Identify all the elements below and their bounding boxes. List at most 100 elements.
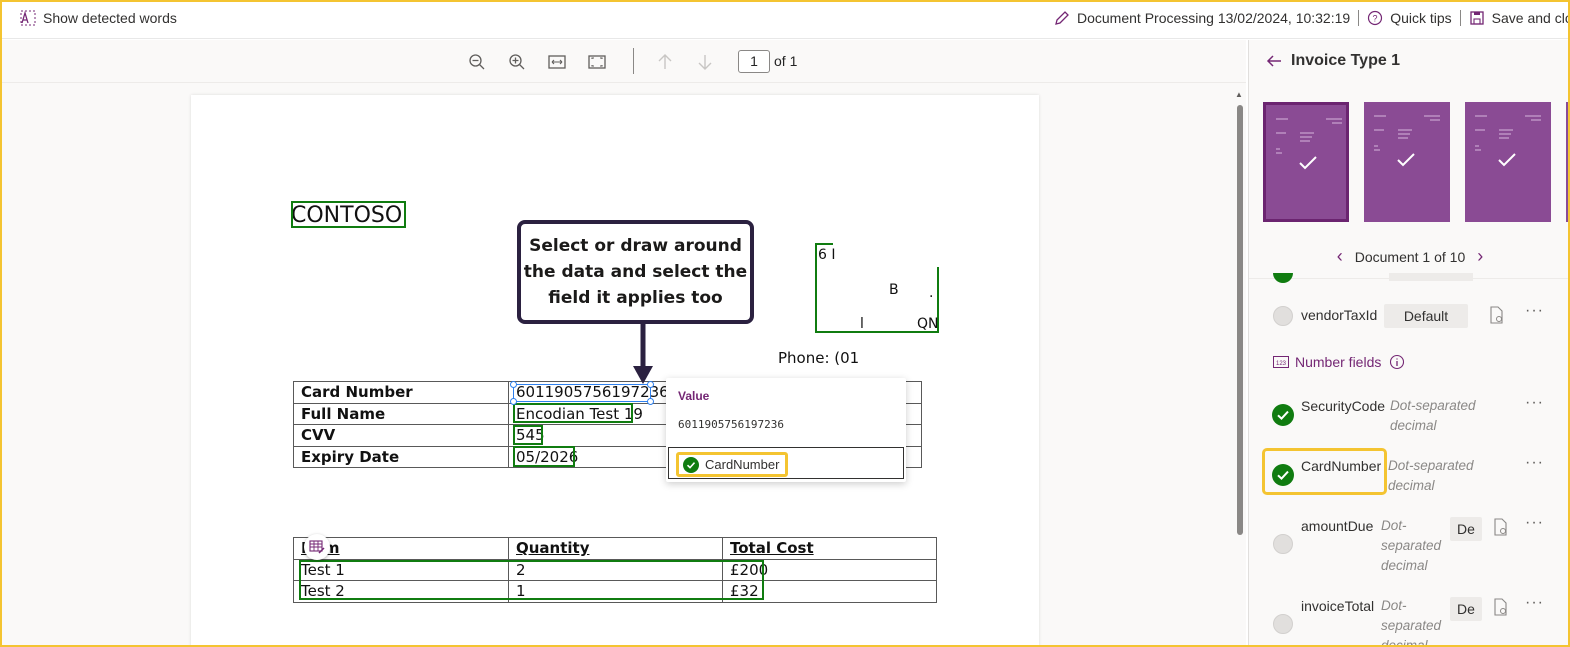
field-name: amountDue [1301,518,1374,534]
check-circle-icon [1272,464,1294,486]
document-settings-icon[interactable] [1489,306,1505,324]
field-status-empty [1273,614,1293,634]
document-navigator: ‹ Document 1 of 10 › [1249,246,1568,267]
panel-header: Invoice Type 1 [1265,52,1400,70]
document-thumbnail[interactable] [1465,102,1551,222]
save-icon [1470,11,1484,25]
more-options-button[interactable]: ··· [1525,394,1544,412]
address-line: QN [917,316,939,332]
field-name: CardNumber [1301,458,1382,474]
svg-text:?: ? [1373,14,1378,24]
separator [1358,10,1360,26]
check-circle-icon [683,456,699,473]
thumbnail-preview [1475,115,1541,151]
detected-word-box[interactable] [291,201,406,228]
more-options-button[interactable]: ··· [1525,454,1544,472]
check-icon [1397,153,1415,167]
selection-handle[interactable] [510,381,517,388]
phone-text: Phone: (013 [778,349,859,367]
document-thumbnail[interactable] [1566,102,1568,222]
quick-tips-button[interactable]: ? Quick tips [1367,10,1452,26]
pencil-icon [1055,11,1069,25]
field-type: decimal [1381,558,1428,573]
fit-page-icon [588,55,606,69]
previous-page-button[interactable] [654,51,676,73]
field-chip[interactable]: CardNumber [676,452,789,477]
fit-page-button[interactable] [586,51,608,73]
field-name: SecurityCode [1301,398,1386,414]
detected-word-box[interactable] [513,446,575,467]
table-tool-button[interactable] [304,534,330,560]
table-cell: Full Name [293,402,509,425]
more-options-button[interactable]: ··· [1525,594,1544,612]
check-icon [1498,153,1516,167]
next-document-button[interactable]: › [1477,246,1483,267]
detected-word-box[interactable] [513,425,543,445]
field-name: vendorTaxId [1301,307,1378,323]
help-icon: ? [1368,10,1383,26]
field-type: separated [1381,538,1442,553]
document-settings-icon[interactable] [1493,598,1509,616]
default-button[interactable]: Default [1384,304,1468,328]
detected-table-region[interactable] [299,560,764,600]
thumbnail-strip [1263,102,1568,222]
info-icon[interactable] [1389,354,1405,370]
back-arrow-icon[interactable] [1265,52,1283,70]
default-button[interactable] [1389,273,1473,281]
zoom-out-button[interactable] [466,51,488,73]
document-page[interactable]: CONTOSO 6 I B . l QN Phone: (013 Card Nu… [191,95,1039,645]
address-line: 6 I [818,247,836,263]
top-bar: Show detected words Document Processing … [2,2,1568,39]
field-type: decimal [1388,478,1435,493]
selection-box[interactable] [513,384,651,402]
callout-arrow-icon [633,324,653,384]
check-circle-icon [1272,404,1294,426]
field-type: Dot- [1381,598,1407,613]
address-line: l [860,316,864,332]
next-page-button[interactable] [694,51,716,73]
show-detected-words-label: Show detected words [43,10,177,26]
arrow-up-icon [658,54,672,69]
side-panel: Invoice Type 1 ‹ Document 1 of 10 › vend… [1248,40,1568,645]
section-title: Number fields [1295,354,1382,370]
selection-handle[interactable] [647,398,654,405]
document-settings-icon[interactable] [1493,518,1509,536]
panel-title: Invoice Type 1 [1291,52,1401,69]
popup-title: Value [678,389,710,403]
document-counter: Document 1 of 10 [1354,248,1466,265]
number-icon: 123 [1273,356,1289,368]
viewer-scrollbar[interactable] [1237,105,1243,535]
page-number-input[interactable]: 1 [738,50,770,73]
zoom-in-button[interactable] [506,51,528,73]
document-thumbnail[interactable] [1364,102,1450,222]
default-button[interactable]: De [1450,517,1482,541]
detected-word-box[interactable] [513,403,633,423]
field-type: Dot-separated [1390,398,1476,413]
viewer-toolbar: 1 of 1 [2,40,1246,83]
address-line: . [929,285,934,301]
prev-document-button[interactable]: ‹ [1337,246,1343,267]
separator [1459,10,1461,26]
fit-width-icon [548,55,566,69]
selection-handle[interactable] [510,398,517,405]
popup-value: 6011905756197236 [678,418,784,431]
fit-width-button[interactable] [546,51,568,73]
table-cell: Card Number [293,381,509,404]
field-name: invoiceTotal [1301,598,1375,614]
show-detected-words-button[interactable]: Show detected words [20,10,177,26]
table-cell: Expiry Date [293,445,509,468]
default-button[interactable]: De [1450,597,1482,621]
field-type: Dot- [1381,518,1407,533]
popup-field-row[interactable]: CardNumber [668,447,904,479]
save-and-close-button[interactable]: Save and close [1469,10,1568,26]
scroll-up-arrow[interactable]: ▲ [1235,90,1243,99]
check-icon [1299,156,1317,170]
session-label: Document Processing 13/02/2024, 10:32:19 [1077,10,1351,26]
document-thumbnail[interactable] [1263,102,1349,222]
more-options-button[interactable]: ··· [1525,514,1544,532]
table-header-row: Item Quantity Total Cost [293,537,937,560]
app-frame: Show detected words Document Processing … [0,0,1570,647]
quick-tips-label: Quick tips [1390,10,1452,26]
more-options-button[interactable]: ··· [1525,302,1544,320]
value-popup: Value 6011905756197236 CardNumber [666,378,906,482]
